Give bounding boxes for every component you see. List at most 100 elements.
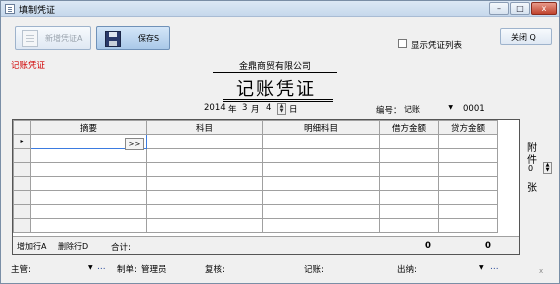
credit-cell[interactable] <box>438 204 498 219</box>
credit-cell[interactable] <box>438 190 498 205</box>
debit-cell[interactable] <box>379 176 439 191</box>
account-cell[interactable] <box>146 190 263 205</box>
table-row[interactable]: ▸ <box>13 134 498 149</box>
summary-cell[interactable] <box>30 162 147 177</box>
voucher-window: 填制凭证 – □ x 新增凭证A 保存S 关闭 Q 显示凭证列表 记账凭证 金鼎… <box>0 0 560 284</box>
table-row[interactable] <box>13 176 498 191</box>
credit-cell[interactable] <box>438 176 498 191</box>
date-day[interactable]: 4 <box>266 103 271 113</box>
credit-cell[interactable] <box>438 148 498 163</box>
credit-cell[interactable] <box>438 134 498 149</box>
detail-cell[interactable] <box>262 176 380 191</box>
save-button[interactable]: 保存S <box>96 26 170 50</box>
bookkeeper-label: 记账: <box>304 265 324 275</box>
cashier-dropdown-icon[interactable]: ▼ <box>479 264 484 271</box>
title-underline <box>223 99 333 100</box>
row-header <box>13 204 31 219</box>
summary-cell[interactable] <box>30 204 147 219</box>
attachment-count[interactable]: 0 <box>528 164 533 173</box>
debit-cell[interactable] <box>379 162 439 177</box>
table-row[interactable] <box>13 190 498 205</box>
maximize-button[interactable]: □ <box>510 2 530 15</box>
current-row-marker: ▸ <box>13 134 31 149</box>
resize-grip-icon[interactable]: x <box>539 267 543 275</box>
date-month[interactable]: 3 <box>242 103 247 113</box>
title-bar[interactable]: 填制凭证 – □ x <box>1 1 559 17</box>
detail-cell[interactable] <box>262 162 380 177</box>
column-header-account[interactable]: 科目 <box>146 120 263 135</box>
form-icon <box>5 4 15 14</box>
date-spin-icon[interactable]: ▲ ▼ <box>277 103 286 115</box>
row-header <box>13 162 31 177</box>
column-header-debit[interactable]: 借方金额 <box>379 120 439 135</box>
close-label: 关闭 Q <box>511 33 536 42</box>
summary-cell[interactable] <box>30 176 147 191</box>
new-voucher-label: 新增凭证A <box>45 34 83 43</box>
debit-cell[interactable] <box>379 148 439 163</box>
row-header <box>13 218 31 233</box>
table-row[interactable] <box>13 162 498 177</box>
debit-cell[interactable] <box>379 218 439 233</box>
supervisor-more-button[interactable]: ... <box>97 262 106 272</box>
attachment-spin-icon[interactable]: ▲ ▼ <box>543 162 552 174</box>
show-list-label[interactable]: 显示凭证列表 <box>411 39 462 51</box>
cashier-label: 出纳: <box>397 265 417 275</box>
credit-cell[interactable] <box>438 218 498 233</box>
table-row[interactable] <box>13 204 498 219</box>
detail-cell[interactable] <box>262 148 380 163</box>
debit-cell[interactable] <box>379 204 439 219</box>
close-button[interactable]: 关闭 Q <box>500 28 552 45</box>
debit-cell[interactable] <box>379 190 439 205</box>
close-window-button[interactable]: x <box>531 2 557 15</box>
attachment-label-3: 张 <box>527 183 537 194</box>
minimize-button[interactable]: – <box>489 2 509 15</box>
supervisor-dropdown-icon[interactable]: ▼ <box>88 264 93 271</box>
cashier-more-button[interactable]: ... <box>490 262 499 272</box>
summary-cell[interactable] <box>30 190 147 205</box>
total-credit: 0 <box>485 241 491 251</box>
chevron-down-icon: ▼ <box>448 104 453 111</box>
account-cell[interactable] <box>146 176 263 191</box>
save-label: 保存S <box>138 34 160 43</box>
delete-row-button[interactable]: 删除行D <box>58 241 88 252</box>
maker-label: 制单: <box>117 265 137 275</box>
credit-cell[interactable] <box>438 162 498 177</box>
title-underline-double <box>223 101 333 102</box>
account-cell[interactable] <box>146 134 263 149</box>
voucher-number: 0001 <box>463 104 485 114</box>
row-header <box>13 190 31 205</box>
date-day-unit: 日 <box>289 105 298 115</box>
voucher-type-select[interactable]: 记账 ▼ <box>402 102 456 115</box>
entry-grid[interactable]: 摘要 科目 明细科目 借方金额 贷方金额 ▸ >> 增加行A 删除行D 合计: <box>12 119 520 255</box>
debit-cell[interactable] <box>379 134 439 149</box>
total-label: 合计: <box>111 243 131 253</box>
date-year[interactable]: 2014 <box>204 103 226 113</box>
add-row-button[interactable]: 增加行A <box>17 241 46 252</box>
supervisor-label: 主管: <box>11 265 31 275</box>
show-list-checkbox[interactable] <box>398 39 407 48</box>
date-year-unit: 年 <box>228 105 237 115</box>
summary-cell[interactable] <box>30 218 147 233</box>
table-row[interactable] <box>13 148 498 163</box>
grid-footer: 增加行A 删除行D 合计: 0 0 <box>13 236 519 254</box>
summary-cell[interactable] <box>30 148 147 163</box>
account-cell[interactable] <box>146 162 263 177</box>
table-row[interactable] <box>13 218 498 233</box>
detail-cell[interactable] <box>262 204 380 219</box>
column-header-summary[interactable]: 摘要 <box>30 120 147 135</box>
company-name: 金鼎商贸有限公司 <box>213 59 337 73</box>
table-header-row: 摘要 科目 明细科目 借方金额 贷方金额 <box>13 120 498 135</box>
new-voucher-button[interactable]: 新增凭证A <box>15 26 91 50</box>
voucher-type-label: 记账凭证 <box>11 61 46 71</box>
column-header-detail-account[interactable]: 明细科目 <box>262 120 380 135</box>
row-header <box>13 148 31 163</box>
row-header-corner <box>13 120 31 135</box>
column-header-credit[interactable]: 贷方金额 <box>438 120 498 135</box>
account-cell[interactable] <box>146 218 263 233</box>
account-cell[interactable] <box>146 204 263 219</box>
detail-cell[interactable] <box>262 218 380 233</box>
detail-cell[interactable] <box>262 134 380 149</box>
account-picker-button[interactable]: >> <box>125 138 144 150</box>
detail-cell[interactable] <box>262 190 380 205</box>
account-cell[interactable] <box>146 148 263 163</box>
